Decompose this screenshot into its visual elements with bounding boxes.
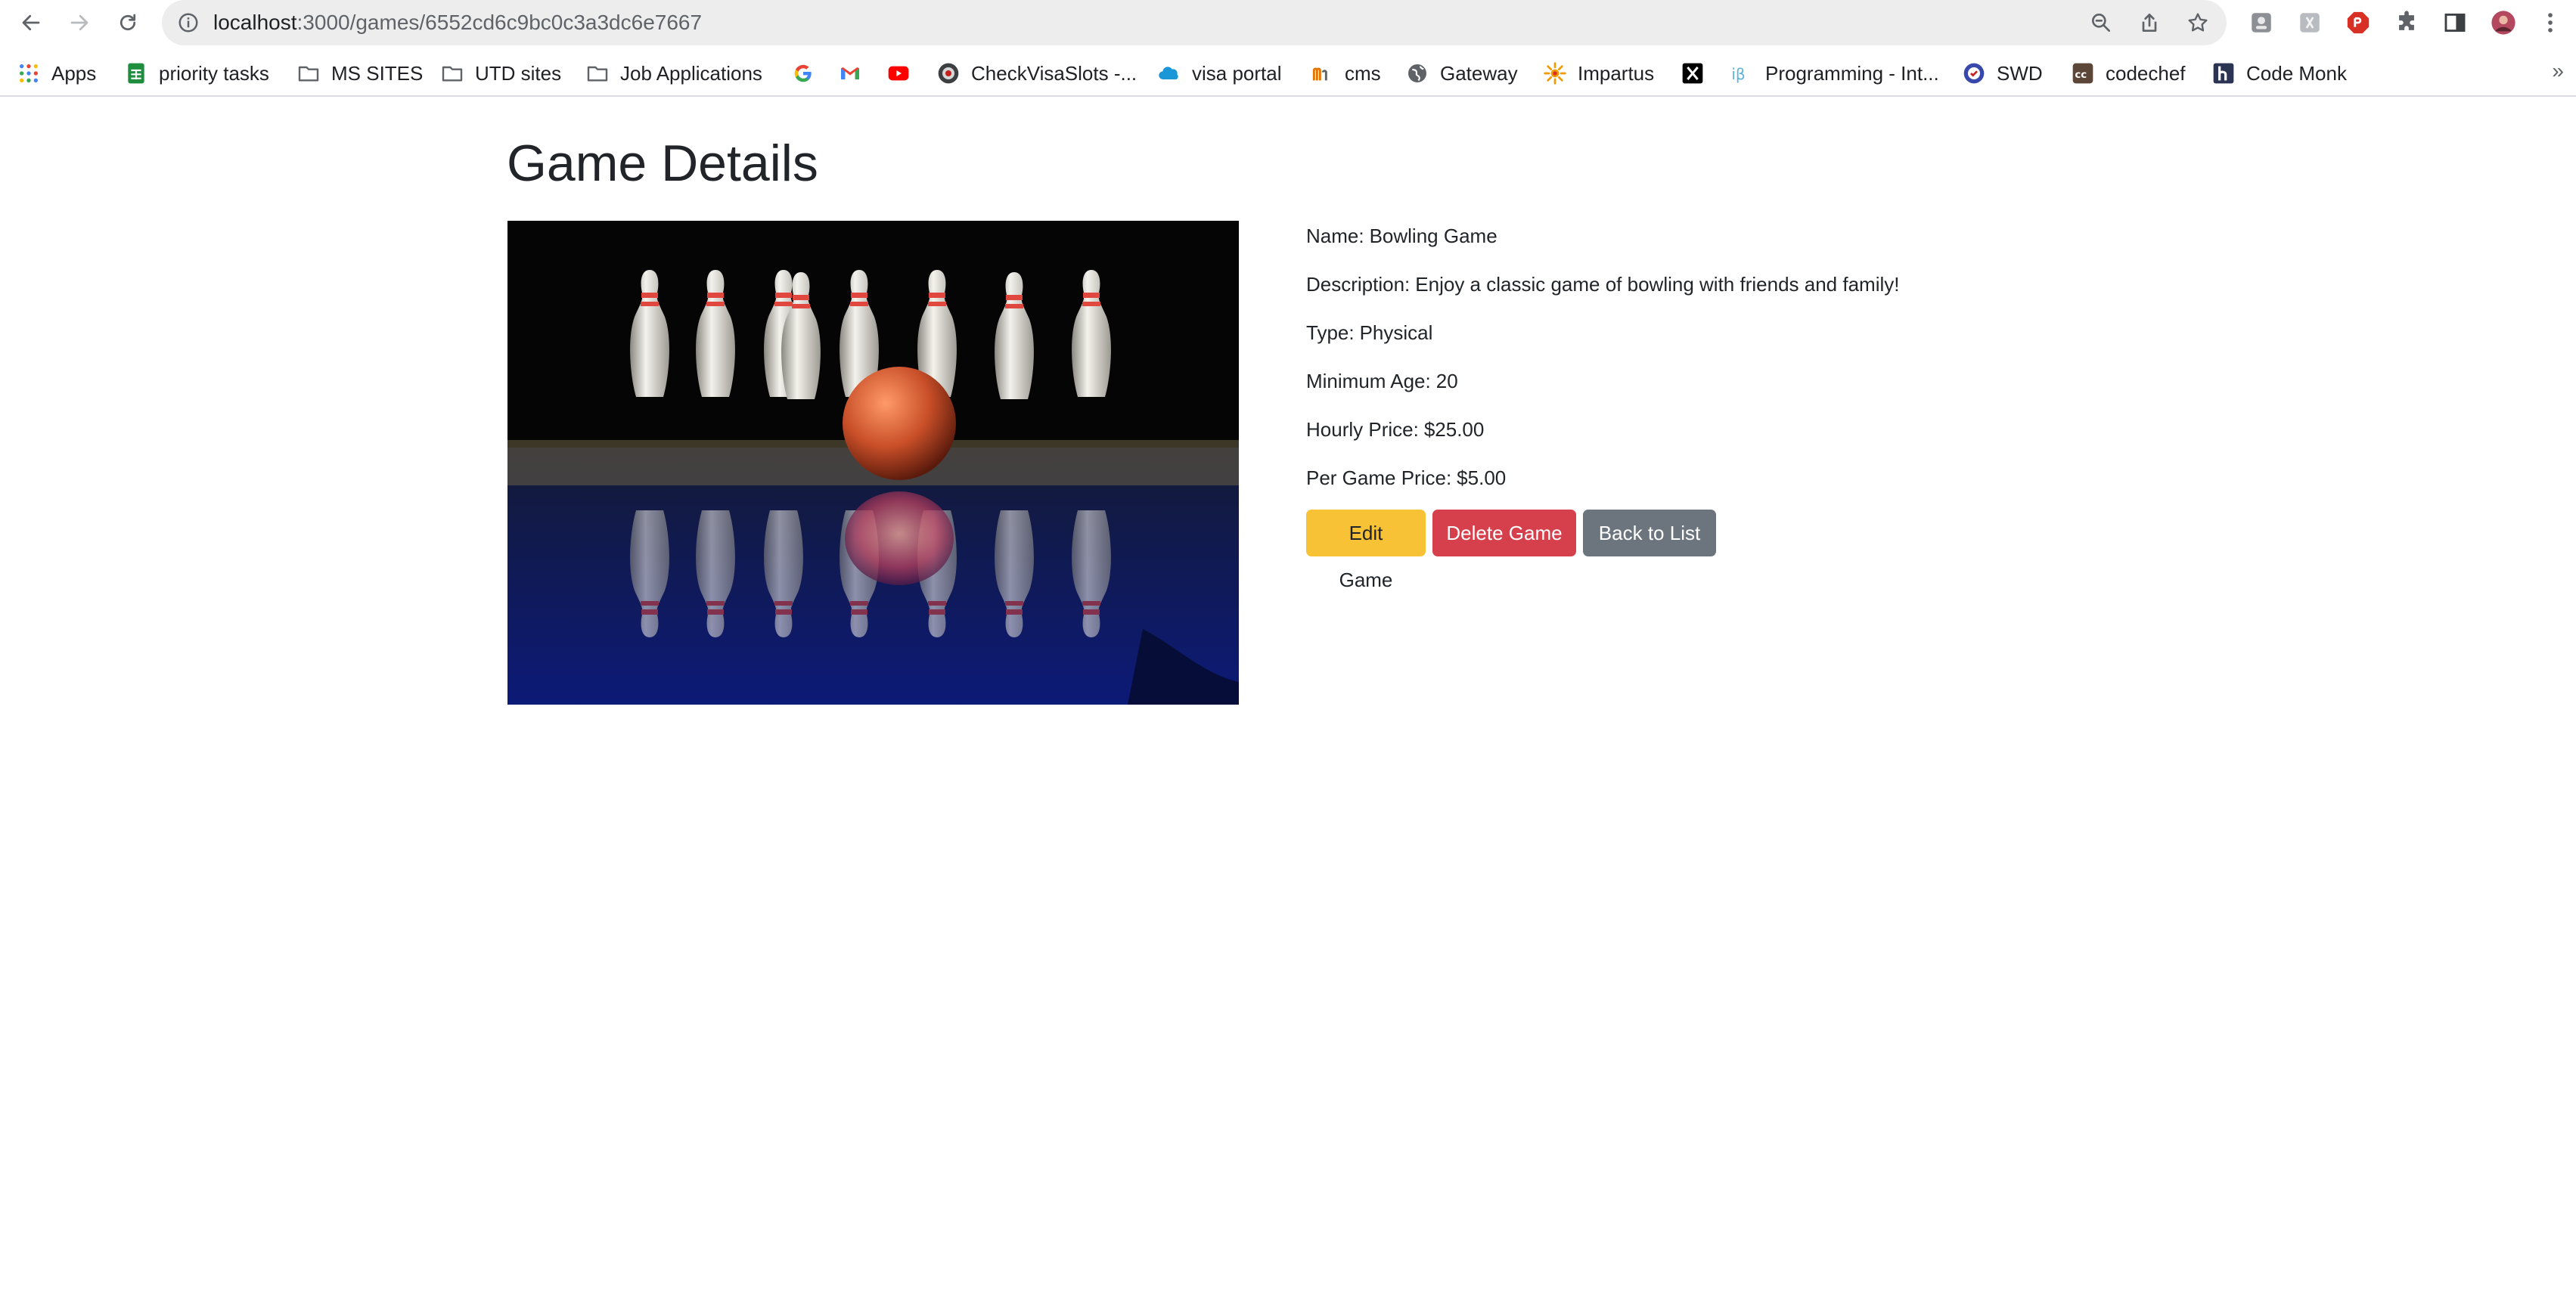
codechef-icon: cc: [2072, 63, 2093, 84]
bookmark-codechef[interactable]: cc codechef: [2071, 57, 2186, 89]
zoom-icon[interactable]: [2087, 9, 2115, 36]
bookmark-label: cms: [1345, 61, 1381, 85]
detail-value: Bowling Game: [1369, 225, 1497, 247]
bookmark-label: UTD sites: [475, 61, 562, 85]
game-image: [507, 221, 1239, 705]
bookmark-cms[interactable]: cms: [1310, 57, 1381, 89]
svg-text:iβ: iβ: [1731, 65, 1745, 83]
checkvisaslots-icon: [938, 63, 959, 84]
detail-value: $25.00: [1423, 418, 1485, 441]
detail-type: Type: Physical: [1306, 316, 1899, 364]
interviewbit-icon: iβ: [1731, 65, 1745, 83]
bookmark-priority-tasks[interactable]: priority tasks: [124, 57, 269, 89]
detail-hourly-price: Hourly Price: $25.00: [1306, 413, 1899, 461]
bookmark-visa-portal[interactable]: visa portal: [1157, 57, 1282, 89]
impartus-icon: [1544, 62, 1566, 85]
bookmark-google[interactable]: [791, 57, 815, 89]
detail-label: Name:: [1306, 225, 1364, 247]
back-to-list-button[interactable]: Back to List: [1583, 510, 1716, 556]
detail-label: Minimum Age:: [1306, 370, 1431, 392]
bookmark-impartus[interactable]: Impartus: [1543, 57, 1654, 89]
detail-label: Per Game Price:: [1306, 466, 1452, 489]
bookmark-apps[interactable]: Apps: [17, 57, 96, 89]
detail-minimum-age: Minimum Age: 20: [1306, 364, 1899, 413]
folder-icon: [298, 66, 319, 82]
swd-icon: [1963, 63, 1985, 84]
site-info-icon[interactable]: [177, 11, 200, 34]
address-bar[interactable]: localhost:3000/games/6552cd6c9bc0c3a3dc6…: [162, 0, 2227, 45]
apps-grid-icon: [20, 64, 38, 82]
bookmark-label: Gateway: [1440, 61, 1518, 85]
bookmark-label: Programming - Int...: [1765, 61, 1939, 85]
salesforce-cloud-icon: [1159, 67, 1178, 80]
detail-value: $5.00: [1457, 466, 1507, 489]
bookmark-gateway[interactable]: Gateway: [1405, 57, 1518, 89]
bookmark-label: priority tasks: [159, 61, 269, 85]
detail-value: Enjoy a classic game of bowling with fri…: [1415, 273, 1900, 296]
detail-value: Physical: [1359, 321, 1433, 344]
bookmark-label: visa portal: [1192, 61, 1282, 85]
detail-label: Hourly Price:: [1306, 418, 1419, 441]
detail-value: 20: [1435, 370, 1458, 392]
bookmarks-overflow-button[interactable]: »: [2552, 59, 2564, 83]
cms-icon: [1312, 67, 1327, 81]
bookmark-label: Impartus: [1578, 61, 1655, 85]
bookmark-x[interactable]: [1681, 57, 1705, 89]
youtube-icon: [888, 66, 909, 81]
bookmark-programming[interactable]: iβ Programming - Int...: [1730, 57, 1939, 89]
bookmark-label: CheckVisaSlots -...: [971, 61, 1137, 85]
gmail-icon: [841, 67, 859, 79]
url-text[interactable]: localhost:3000/games/6552cd6c9bc0c3a3dc6…: [213, 9, 702, 36]
folder-icon: [442, 66, 463, 82]
adblock-icon[interactable]: [2343, 8, 2373, 38]
profile-avatar[interactable]: [2488, 8, 2519, 38]
page-title: Game Details: [507, 135, 818, 192]
browser-toolbar: localhost:3000/games/6552cd6c9bc0c3a3dc6…: [0, 0, 2576, 45]
bookmark-youtube[interactable]: [886, 57, 911, 89]
delete-game-button[interactable]: Delete Game: [1432, 510, 1576, 556]
hackerearth-icon: [2213, 63, 2234, 84]
game-details: Name: Bowling Game Description: Enjoy a cl…: [1306, 219, 1899, 510]
detail-name: Name: Bowling Game: [1306, 219, 1899, 268]
bookmark-label: codechef: [2106, 61, 2186, 85]
bookmark-label: Apps: [51, 61, 97, 85]
bookmark-label: Job Applications: [620, 61, 762, 85]
reload-icon[interactable]: [110, 5, 146, 41]
extensions-puzzle-icon[interactable]: [2391, 8, 2422, 38]
bookmark-code-monk[interactable]: Code Monk: [2211, 57, 2347, 89]
detail-per-game-price: Per Game Price: $5.00: [1306, 461, 1899, 510]
bookmark-job-applications[interactable]: Job Applications: [585, 57, 762, 89]
bookmark-checkvisaslots[interactable]: CheckVisaSlots -...: [936, 57, 1137, 89]
svg-text:cc: cc: [2075, 70, 2087, 81]
bookmark-label: SWD: [1997, 61, 2043, 85]
action-buttons: Edit Game Delete Game Back to List: [1306, 510, 1716, 591]
bookmark-utd-sites[interactable]: UTD sites: [440, 57, 561, 89]
bookmark-gmail[interactable]: [838, 57, 862, 89]
detail-label: Description:: [1306, 273, 1411, 296]
google-icon: [794, 64, 812, 82]
url-host: localhost: [213, 11, 297, 34]
share-icon[interactable]: [2136, 9, 2163, 36]
bookmark-label: Code Monk: [2246, 61, 2347, 85]
detail-label: Type:: [1306, 321, 1355, 344]
bookmark-swd[interactable]: SWD: [1962, 57, 2043, 89]
detail-description: Description: Enjoy a classic game of bowl…: [1306, 268, 1899, 316]
url-path: :3000/games/6552cd6c9bc0c3a3dc6e7667: [296, 11, 703, 34]
globe-icon: [1408, 64, 1426, 82]
folder-icon: [587, 66, 608, 82]
sheets-icon: [128, 63, 144, 84]
bookmark-label: MS SITES: [331, 61, 424, 85]
back-arrow-icon[interactable]: [13, 5, 49, 41]
bookmark-star-icon[interactable]: [2184, 9, 2211, 36]
side-panel-icon[interactable]: [2440, 8, 2470, 38]
edit-game-button[interactable]: Edit Game: [1306, 510, 1426, 591]
chrome-menu-icon[interactable]: [2535, 8, 2565, 38]
bookmarks-bar: Apps priority tasks MS SITES UTD sites J…: [0, 53, 2576, 97]
extension-grey-icon[interactable]: [2246, 8, 2277, 38]
bookmark-ms-sites[interactable]: MS SITES: [296, 57, 423, 89]
extension-light-icon[interactable]: [2295, 8, 2325, 38]
x-twitter-icon: [1682, 63, 1703, 84]
forward-arrow-icon[interactable]: [61, 5, 98, 41]
